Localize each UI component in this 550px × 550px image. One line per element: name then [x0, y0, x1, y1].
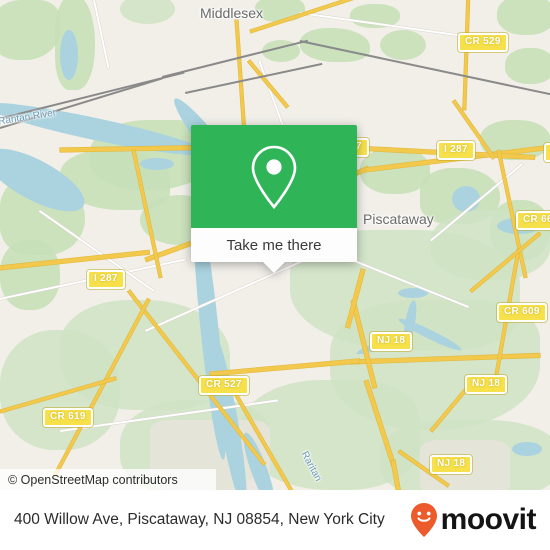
road-primary [247, 60, 289, 108]
landuse-forest [505, 48, 550, 84]
landuse-park [120, 0, 175, 24]
landuse-forest [497, 0, 550, 35]
popup-tail [263, 262, 285, 273]
water-pond [512, 442, 542, 456]
road-shield-i287-1[interactable]: I 287 [437, 141, 475, 160]
water-pond [140, 158, 174, 170]
landuse-forest [0, 0, 60, 60]
landuse-forest [380, 30, 426, 60]
moovit-logo[interactable]: moovit [409, 502, 537, 538]
road-shield-cr529[interactable]: CR 529 [458, 33, 508, 52]
take-me-there-label: Take me there [226, 236, 322, 254]
road-shield-edge[interactable] [544, 143, 550, 162]
map-attribution[interactable]: © OpenStreetMap contributors [0, 469, 216, 490]
place-label-piscataway: Piscataway [363, 211, 434, 227]
road-shield-nj18-2[interactable]: NJ 18 [465, 375, 508, 394]
popup-header [191, 125, 357, 228]
moovit-wordmark: moovit [440, 503, 537, 536]
map-pin-icon [251, 145, 297, 209]
road-shield-nj18-3[interactable]: NJ 18 [430, 455, 473, 474]
map-screenshot: Middlesex Piscataway Raritan River Rarit… [0, 0, 550, 550]
attribution-text: © OpenStreetMap contributors [8, 472, 178, 487]
water-pond [60, 30, 78, 80]
place-label-middlesex: Middlesex [200, 5, 264, 21]
map-canvas[interactable]: Middlesex Piscataway Raritan River Rarit… [0, 0, 550, 490]
road-shield-cr619[interactable]: CR 619 [43, 408, 93, 427]
location-popup[interactable]: Take me there [191, 125, 357, 273]
road-shield-nj18-1[interactable]: NJ 18 [370, 332, 413, 351]
road-shield-i287-2[interactable]: I 287 [87, 270, 125, 289]
popup-footer[interactable]: Take me there [191, 228, 357, 273]
road-shield-cr665[interactable]: CR 665 [516, 211, 550, 230]
landuse-forest [0, 240, 60, 310]
moovit-smiley-pin-icon [410, 503, 437, 537]
road-shield-cr527[interactable]: CR 527 [199, 376, 249, 395]
road-primary-cr529 [462, 0, 470, 110]
footer-bar: 400 Willow Ave, Piscataway, NJ 08854, Ne… [0, 490, 550, 550]
landuse-forest [300, 28, 370, 62]
road-shield-cr609[interactable]: CR 609 [497, 303, 547, 322]
road-minor [93, 0, 110, 69]
address-label: 400 Willow Ave, Piscataway, NJ 08854, Ne… [14, 511, 385, 528]
road-minor [145, 256, 311, 332]
